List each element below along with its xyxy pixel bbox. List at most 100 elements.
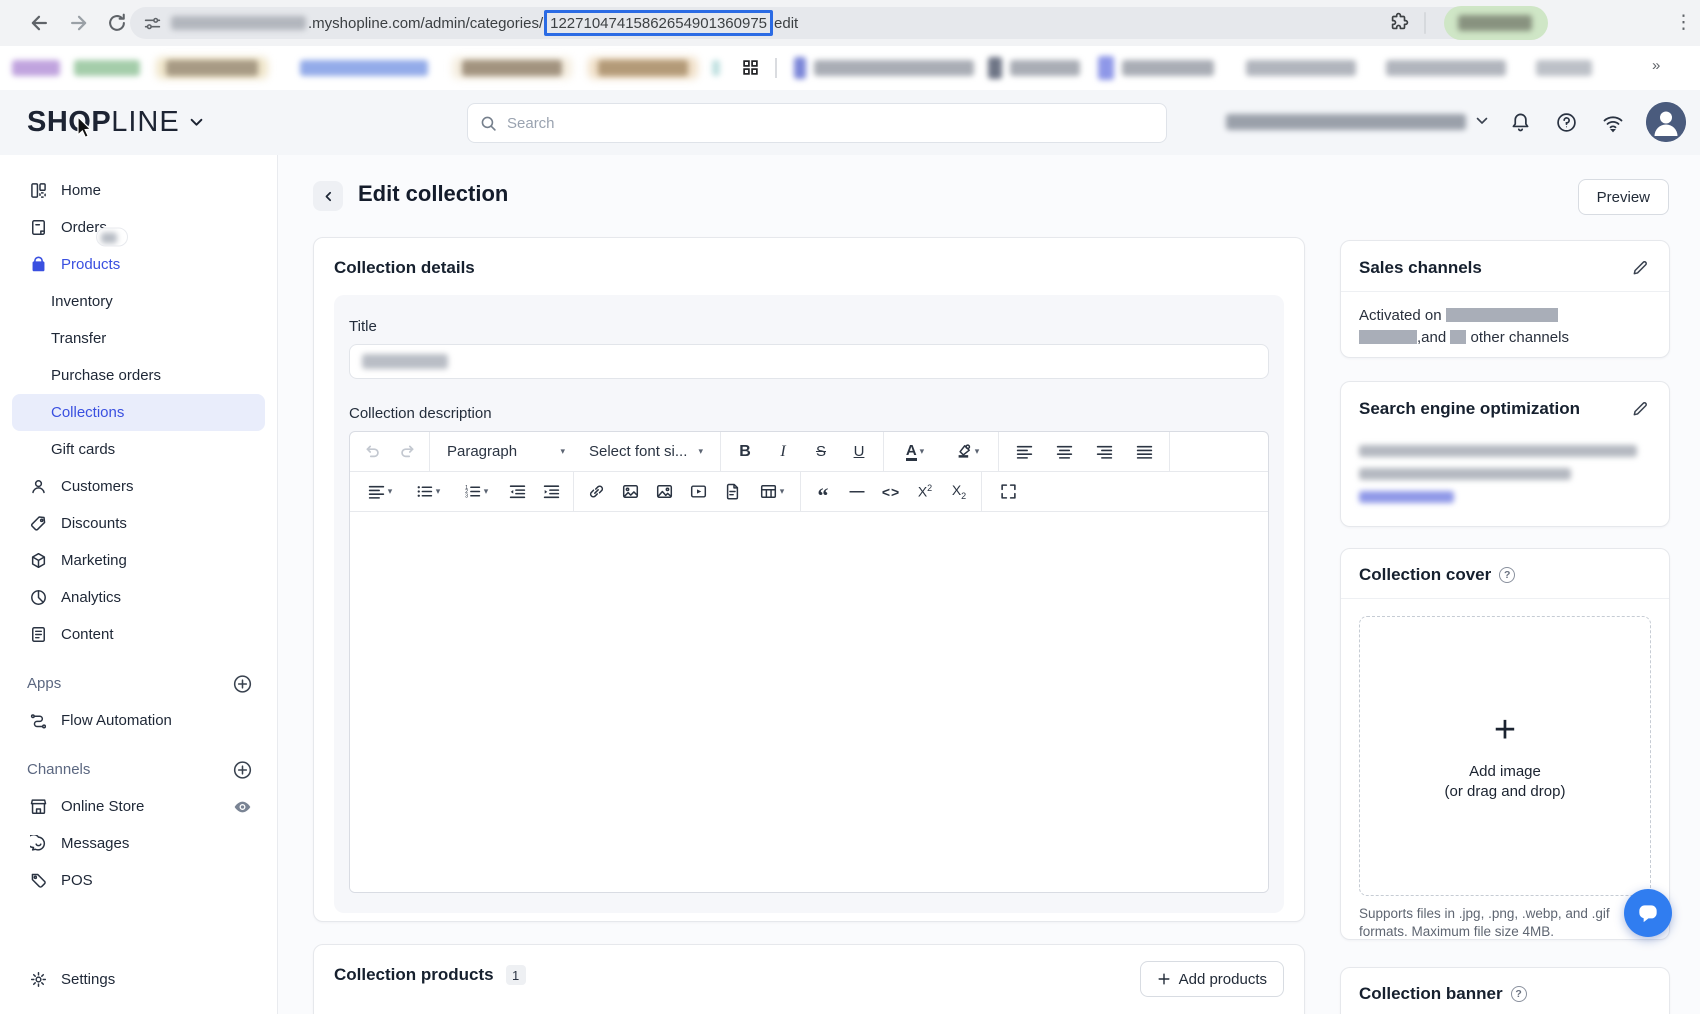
browser-forward-icon[interactable] [68,12,90,34]
align-justify-icon[interactable] [1124,432,1164,472]
insert-gallery-icon[interactable] [647,472,681,512]
highlight-color-button[interactable]: ▾ [941,432,993,472]
sidebar-item-messages[interactable]: Messages [0,825,277,862]
redo-icon[interactable] [390,432,424,472]
ordered-list-dropdown[interactable]: 123 ▾ [452,472,500,512]
sidebar-item-analytics[interactable]: Analytics [0,579,277,616]
sidebar-item-inventory[interactable]: Inventory [0,283,277,320]
outdent-icon[interactable] [500,472,534,512]
view-store-eye-icon[interactable] [233,797,252,816]
bookmark-item[interactable] [166,60,258,76]
edit-sales-channels-icon[interactable] [1630,257,1651,278]
site-info-icon[interactable] [144,15,161,32]
insert-video-icon[interactable] [681,472,715,512]
store-chevron-down-icon[interactable] [1476,117,1488,125]
bookmark-favicon[interactable] [794,57,806,79]
sidebar-item-transfer[interactable]: Transfer [0,320,277,357]
sidebar-item-collections-active[interactable]: Collections [12,394,265,431]
support-chat-bubble[interactable] [1624,889,1672,937]
superscript-icon[interactable]: X2 [908,472,942,512]
italic-button[interactable]: I [764,432,802,472]
apps-grid-icon[interactable] [742,59,759,76]
underline-button[interactable]: U [840,432,878,472]
bookmark-item[interactable] [814,60,974,76]
add-image-dropzone[interactable]: + Add image (or drag and drop) [1359,616,1651,896]
user-avatar[interactable] [1646,102,1686,142]
fullscreen-icon[interactable] [987,472,1029,512]
address-bar[interactable]: .myshopline.com/admin/categories/ 122710… [130,7,1496,39]
browser-back-icon[interactable] [28,12,50,34]
align-right-icon[interactable] [1084,432,1124,472]
add-channel-icon[interactable] [233,760,252,779]
sidebar-item-purchase-orders[interactable]: Purchase orders [0,357,277,394]
browser-profile-chip[interactable] [1444,6,1548,40]
search-input[interactable] [505,114,1154,133]
cover-help-icon[interactable]: ? [1499,567,1515,583]
banner-help-icon[interactable]: ? [1511,986,1527,1002]
add-products-button[interactable]: Add products [1140,961,1284,997]
bookmark-item[interactable] [1246,60,1356,76]
horizontal-rule-icon[interactable]: — [840,472,874,512]
undo-icon[interactable] [356,432,390,472]
sidebar-item-flow-automation[interactable]: Flow Automation [0,702,277,739]
add-app-icon[interactable] [233,674,252,693]
redacted-store-name[interactable] [1226,114,1466,130]
edit-seo-icon[interactable] [1630,398,1651,419]
bookmark-item[interactable] [712,60,720,76]
code-icon[interactable]: <> [874,472,908,512]
bookmark-favicon[interactable] [1098,56,1114,80]
font-size-dropdown[interactable]: Select font si... ▾ [577,432,715,472]
global-search[interactable] [467,103,1167,143]
extensions-puzzle-icon[interactable] [1388,11,1410,33]
insert-file-icon[interactable] [715,472,749,512]
insert-table-dropdown[interactable]: ▾ [749,472,795,512]
redacted-seo-link[interactable] [1359,491,1454,503]
bullet-list-dropdown[interactable]: ▾ [404,472,452,512]
subscript-icon[interactable]: X2 [942,472,976,512]
sidebar-item-home[interactable]: Home [0,172,277,209]
sidebar-item-pos[interactable]: POS [0,862,277,899]
bookmark-item[interactable] [1122,60,1214,76]
bookmark-item[interactable] [462,60,562,76]
title-input[interactable] [349,344,1269,379]
sidebar-item-online-store[interactable]: Online Store [0,788,277,825]
help-icon[interactable] [1556,112,1577,133]
bookmark-item[interactable] [300,60,428,76]
sidebar-item-customers[interactable]: Customers [0,468,277,505]
logo-chevron-down-icon[interactable] [190,118,203,127]
bookmark-favicon[interactable] [988,57,1002,79]
editor-content-area[interactable] [350,512,1268,892]
font-color-button[interactable]: A ▾ [889,432,941,472]
alignment-dropdown[interactable]: ▾ [356,472,404,512]
preview-button[interactable]: Preview [1578,179,1669,215]
bookmark-item[interactable] [74,60,140,76]
browser-menu-icon[interactable]: ⋮ [1674,10,1693,36]
indent-icon[interactable] [534,472,568,512]
sidebar-item-orders[interactable]: Orders [0,209,277,246]
sidebar-item-products[interactable]: Products [0,246,277,283]
sidebar-item-marketing[interactable]: Marketing [0,542,277,579]
sidebar-item-discounts[interactable]: Discounts [0,505,277,542]
strikethrough-button[interactable]: S [802,432,840,472]
bookmarks-overflow-icon[interactable]: » [1652,57,1658,74]
bookmark-item[interactable] [1010,60,1080,76]
bookmark-item[interactable] [1386,60,1506,76]
bookmark-item[interactable] [1536,60,1592,76]
blockquote-icon[interactable]: “ [806,472,840,512]
paragraph-style-dropdown[interactable]: Paragraph ▾ [435,432,577,472]
bookmark-item[interactable] [598,60,688,76]
align-center-icon[interactable] [1044,432,1084,472]
wifi-status-icon[interactable] [1602,112,1624,134]
browser-reload-icon[interactable] [106,12,128,34]
bold-button[interactable]: B [726,432,764,472]
back-button[interactable] [313,181,343,211]
sidebar-item-content[interactable]: Content [0,616,277,653]
insert-link-icon[interactable] [579,472,613,512]
insert-image-icon[interactable] [613,472,647,512]
notifications-bell-icon[interactable] [1510,112,1531,133]
align-left-icon[interactable] [1004,432,1044,472]
sidebar-item-gift-cards[interactable]: Gift cards [0,431,277,468]
bookmark-item[interactable] [12,60,60,76]
shopline-logo[interactable]: SHOPLINE [27,106,203,139]
sidebar-item-settings[interactable]: Settings [0,961,277,998]
